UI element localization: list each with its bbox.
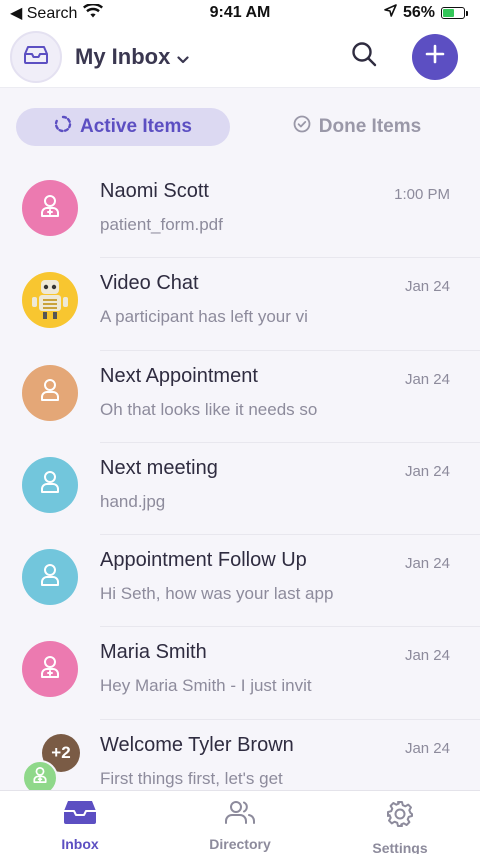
nav-inbox-label: Inbox [61, 836, 99, 852]
inbox-tray-icon [23, 43, 49, 70]
item-preview: Oh that looks like it needs so [100, 399, 318, 419]
avatar [22, 456, 78, 513]
inbox-logo[interactable] [10, 30, 62, 83]
tab-active-label: Active Items [80, 116, 192, 137]
item-text: Video Chat A participant has left your v… [100, 272, 380, 327]
item-title: Welcome Tyler Brown [100, 733, 294, 756]
item-preview: patient_form.pdf [100, 215, 223, 234]
search-icon [351, 41, 377, 72]
nav-settings-label: Settings [372, 840, 428, 854]
tab-active-items[interactable]: Active Items [16, 108, 230, 146]
user-icon [36, 561, 64, 594]
wifi-icon [83, 2, 104, 23]
avatar [22, 272, 78, 329]
avatar [22, 759, 58, 790]
battery-icon [441, 7, 468, 19]
check-circle-icon [293, 115, 311, 139]
avatar [22, 364, 78, 421]
inbox-content: Active Items Done Items Naomi Scott pati… [0, 88, 480, 790]
item-preview: hand.jpg [100, 491, 166, 511]
list-item[interactable]: Naomi Scott patient_form.pdf 1:00 PM [0, 166, 480, 259]
user-plus-icon [30, 765, 50, 790]
robot-icon [27, 275, 73, 326]
location-arrow-icon [384, 4, 397, 22]
item-text: Maria Smith Hey Maria Smith - I just inv… [100, 641, 380, 696]
item-date: Jan 24 [404, 278, 450, 296]
plus-icon [425, 44, 445, 69]
avatar [22, 180, 78, 236]
bottom-nav: Inbox Directory Settings [0, 790, 480, 854]
search-button[interactable] [346, 39, 382, 75]
item-tabs: Active Items Done Items [0, 88, 480, 166]
list-item[interactable]: Next meeting hand.jpg Jan 24 [0, 443, 480, 536]
item-date: 1:00 PM [394, 186, 450, 203]
item-title: Maria Smith [100, 641, 207, 664]
item-text: Next meeting hand.jpg [100, 457, 380, 512]
item-title: Next meeting [100, 456, 218, 479]
item-text: Appointment Follow Up Hi Seth, how was y… [100, 549, 380, 604]
item-date: Jan 24 [404, 647, 450, 665]
item-preview: A participant has left your vi [100, 307, 308, 327]
item-title: Appointment Follow Up [100, 549, 307, 572]
battery-percent: 56% [402, 4, 435, 21]
inbox-selector[interactable]: My Inbox [75, 44, 189, 70]
avatar [22, 549, 78, 606]
nav-settings[interactable]: Settings [320, 791, 480, 854]
spinner-icon [54, 115, 72, 139]
nav-inbox[interactable]: Inbox [0, 791, 160, 854]
status-right: 56% [384, 4, 468, 22]
item-title: Video Chat [100, 272, 199, 295]
list-item[interactable]: Maria Smith Hey Maria Smith - I just inv… [0, 627, 480, 721]
status-bar: ◀ Search 9:41 AM 56% [0, 0, 480, 26]
user-plus-icon [36, 653, 64, 686]
gear-icon [385, 799, 415, 834]
item-date: Jan 24 [404, 739, 450, 757]
item-date: Jan 24 [404, 370, 450, 388]
list-item[interactable]: Next Appointment Oh that looks like it n… [0, 351, 480, 444]
avatar [22, 641, 78, 698]
list-item[interactable]: +2 Welcome Tyler Brown First things firs… [0, 720, 480, 790]
item-text: Naomi Scott patient_form.pdf [100, 180, 380, 235]
list-item[interactable]: Appointment Follow Up Hi Seth, how was y… [0, 535, 480, 628]
item-title: Next Appointment [100, 364, 258, 387]
item-date: Jan 24 [404, 462, 450, 480]
item-preview: First things first, let's get [100, 768, 283, 788]
tab-done-label: Done Items [318, 116, 422, 137]
inbox-title: My Inbox [75, 43, 171, 69]
item-title: Naomi Scott [100, 180, 209, 202]
item-date: Jan 24 [404, 555, 450, 573]
back-to-search-link[interactable]: ◀ Search [10, 3, 77, 23]
nav-directory-label: Directory [209, 836, 271, 852]
user-plus-icon [36, 192, 64, 225]
user-icon [36, 376, 64, 409]
list-item[interactable]: Video Chat A participant has left your v… [0, 258, 480, 351]
inbox-icon [63, 799, 97, 830]
tab-done-items[interactable]: Done Items [250, 108, 464, 146]
chevron-down-icon [177, 44, 189, 70]
people-icon [223, 799, 257, 830]
nav-directory[interactable]: Directory [160, 791, 320, 854]
inbox-list: Naomi Scott patient_form.pdf 1:00 PM Vid… [0, 166, 480, 790]
item-text: Welcome Tyler Brown First things first, … [100, 734, 380, 789]
app-header: My Inbox [0, 26, 480, 88]
item-preview: Hey Maria Smith - I just invit [100, 676, 312, 696]
item-text: Next Appointment Oh that looks like it n… [100, 365, 380, 420]
group-avatar: +2 [22, 733, 80, 790]
user-icon [36, 468, 64, 501]
status-left: ◀ Search [10, 2, 104, 23]
item-preview: Hi Seth, how was your last app [100, 584, 334, 604]
add-button[interactable] [412, 33, 458, 80]
